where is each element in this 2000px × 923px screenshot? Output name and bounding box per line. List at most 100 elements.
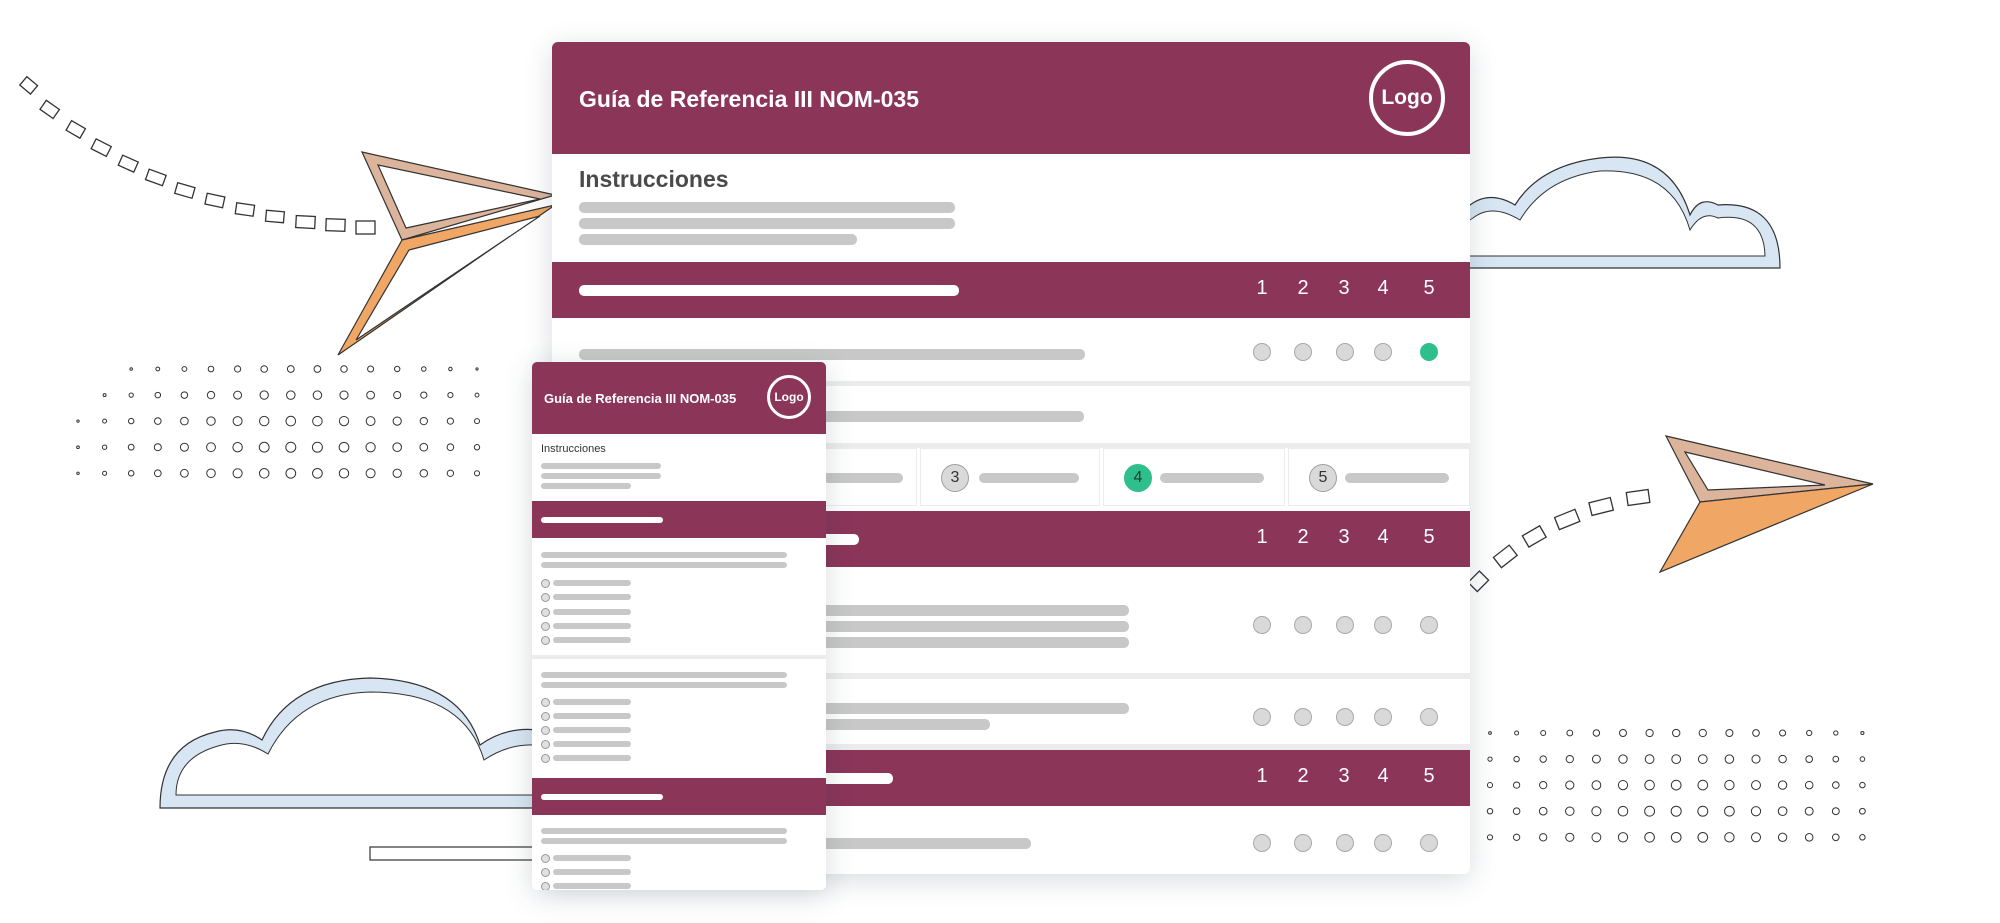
- question-text: [541, 562, 787, 568]
- option-radio[interactable]: [541, 698, 550, 707]
- dot: [128, 417, 135, 425]
- answer-radio[interactable]: [1374, 708, 1392, 726]
- dot: [419, 469, 429, 478]
- dot: [311, 441, 323, 453]
- answer-radio[interactable]: [1294, 616, 1312, 634]
- section-header: 1 2 3 4 5: [552, 262, 1470, 318]
- scale-label: 1: [1256, 526, 1268, 548]
- dot: [1565, 754, 1574, 764]
- dot: [1859, 781, 1866, 789]
- dot: [1859, 756, 1866, 762]
- option-text: [553, 609, 631, 615]
- option-radio[interactable]: [541, 740, 550, 749]
- dot: [1697, 805, 1709, 817]
- dot: [128, 392, 134, 398]
- dot: [206, 468, 216, 479]
- question-text: [541, 682, 787, 688]
- answer-radio[interactable]: [1374, 616, 1392, 634]
- dot: [1751, 780, 1761, 791]
- dot: [180, 391, 189, 399]
- option-radio[interactable]: [541, 579, 550, 588]
- scale-card[interactable]: 3: [920, 448, 1100, 506]
- scale-card[interactable]: 5: [1288, 448, 1470, 506]
- answer-radio[interactable]: [1336, 708, 1354, 726]
- scale-label: 1: [1256, 277, 1268, 299]
- answer-radio[interactable]: [1336, 834, 1354, 852]
- dot: [338, 468, 350, 479]
- answer-radio[interactable]: [1294, 343, 1312, 361]
- dot: [312, 390, 323, 400]
- option-text: [553, 699, 631, 705]
- option-radio[interactable]: [541, 882, 550, 890]
- option-radio[interactable]: [541, 854, 550, 863]
- answer-radio[interactable]: [1336, 616, 1354, 634]
- dot: [446, 469, 455, 477]
- scale-card-selected[interactable]: 4: [1103, 448, 1285, 506]
- dot: [1488, 731, 1492, 735]
- dot: [365, 468, 376, 479]
- scale-label: 4: [1377, 765, 1389, 787]
- dot: [473, 470, 481, 477]
- dot: [1698, 728, 1707, 738]
- paper-plane-left-icon: [337, 151, 556, 356]
- dot: [312, 467, 323, 479]
- dot: [419, 442, 429, 452]
- answer-radio[interactable]: [1420, 834, 1438, 852]
- option-radio[interactable]: [541, 726, 550, 735]
- option-radio[interactable]: [541, 608, 550, 617]
- instructions-text-line: [579, 218, 955, 229]
- answer-radio[interactable]: [1374, 834, 1392, 852]
- option-radio[interactable]: [541, 754, 550, 763]
- answer-radio-selected[interactable]: [1420, 343, 1438, 361]
- option-text: [553, 594, 631, 600]
- dot: [258, 441, 270, 453]
- answer-radio[interactable]: [1294, 708, 1312, 726]
- answer-radio[interactable]: [1253, 708, 1271, 726]
- dot: [154, 417, 162, 425]
- dot: [1617, 805, 1629, 817]
- dot: [1724, 832, 1735, 843]
- dot: [285, 441, 297, 453]
- scale-label: 5: [1423, 765, 1435, 787]
- answer-radio[interactable]: [1374, 343, 1392, 361]
- dot: [1697, 754, 1708, 764]
- answer-radio[interactable]: [1253, 834, 1271, 852]
- option-text: [553, 755, 631, 761]
- section-title-placeholder: [541, 794, 663, 800]
- dot: [1592, 729, 1601, 737]
- dot: [232, 468, 243, 479]
- dot: [1644, 754, 1655, 764]
- dot: [286, 365, 295, 373]
- option-radio[interactable]: [541, 636, 550, 645]
- dot: [102, 470, 108, 476]
- option-radio[interactable]: [541, 622, 550, 631]
- scale-label: 4: [1377, 277, 1389, 299]
- dot: [1644, 831, 1655, 843]
- scale-card-text: [1345, 473, 1449, 483]
- scale-card-number: 3: [941, 464, 969, 492]
- dot: [1513, 755, 1520, 763]
- answer-radio[interactable]: [1253, 343, 1271, 361]
- answer-radio[interactable]: [1420, 708, 1438, 726]
- dot: [155, 366, 161, 372]
- dot: [1697, 779, 1709, 791]
- mobile-form-window: Guía de Referencia III NOM-035 Logo Inst…: [532, 362, 826, 890]
- dot: [473, 444, 481, 451]
- form-header: Guía de Referencia III NOM-035 Logo: [552, 42, 1470, 154]
- form-title: Guía de Referencia III NOM-035: [579, 86, 920, 112]
- answer-radio[interactable]: [1420, 616, 1438, 634]
- dot: [474, 392, 480, 398]
- dot: [1540, 730, 1547, 736]
- answer-radio[interactable]: [1253, 616, 1271, 634]
- option-radio[interactable]: [541, 868, 550, 877]
- dot: [76, 471, 80, 476]
- dot: [1860, 730, 1865, 736]
- option-radio[interactable]: [541, 593, 550, 602]
- answer-radio[interactable]: [1294, 834, 1312, 852]
- dot: [180, 468, 189, 478]
- instructions-text-line: [579, 202, 955, 213]
- option-radio[interactable]: [541, 712, 550, 721]
- dot: [76, 445, 80, 450]
- answer-radio[interactable]: [1336, 343, 1354, 361]
- dot: [1645, 728, 1654, 738]
